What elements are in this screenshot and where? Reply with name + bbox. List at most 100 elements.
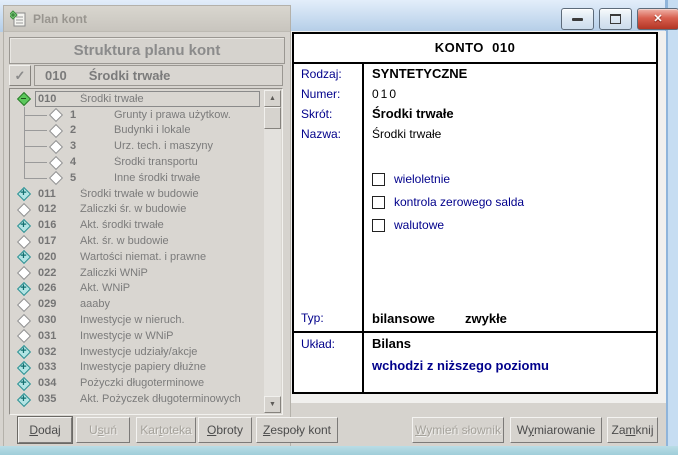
tree-expand-icon[interactable] <box>17 235 30 248</box>
tree-item-022[interactable]: 022 Zaliczki WNiP <box>11 265 264 281</box>
scroll-thumb[interactable] <box>264 107 281 129</box>
typ-label: Typ: <box>301 311 324 325</box>
tree-item-010-4[interactable]: 4 Środki transportu <box>11 154 264 170</box>
tree-item-number: 026 <box>38 282 62 294</box>
tree-item-032[interactable]: 032 Inwestycje udziały/akcje <box>11 344 264 360</box>
zamknij-button[interactable]: Zamknij <box>607 417 658 443</box>
tree-item-label: aaaby <box>80 298 110 310</box>
typ-value-1: bilansowe <box>372 311 435 326</box>
tree-expand-icon[interactable] <box>17 329 30 342</box>
tree-item-label: Inwestycje w nieruch. <box>80 314 185 326</box>
tree-expand-icon[interactable] <box>17 266 30 279</box>
restore-button[interactable] <box>599 8 632 30</box>
tree-item-031[interactable]: 031 Inwestycje w WNiP <box>11 328 264 344</box>
tree-expand-icon[interactable] <box>17 377 30 390</box>
tree-item-number: 3 <box>70 140 94 152</box>
tree-item-label: Pożyczki długoterminowe <box>80 377 204 389</box>
nazwa-value: Środki trwałe <box>372 127 441 141</box>
tree-item-label: Środki trwałe w budowie <box>80 188 199 200</box>
tree-item-029[interactable]: 029 aaaby <box>11 296 264 312</box>
tree-expand-icon[interactable] <box>49 140 62 153</box>
tree-expand-icon[interactable] <box>17 219 30 232</box>
tree-item-010[interactable]: 010 Środki trwałe <box>11 91 264 107</box>
tree-expand-icon[interactable] <box>49 124 62 137</box>
plan-kont-titlebar[interactable]: Plan kont <box>4 6 290 32</box>
tree-expand-icon[interactable] <box>17 203 30 216</box>
tree-item-label: Inwestycje udziały/akcje <box>80 346 197 358</box>
walutowe-checkbox[interactable] <box>372 219 385 232</box>
tree-expand-icon[interactable] <box>17 361 30 374</box>
tree-item-012[interactable]: 012 Zaliczki śr. w budowie <box>11 202 264 218</box>
usun-button[interactable]: Usuń <box>76 417 130 443</box>
tree-item-label: Inne środki trwałe <box>114 172 200 184</box>
button-bar: Dodaj Usuń Kartoteka Obroty Zespoły kont… <box>0 417 666 443</box>
dodaj-button[interactable]: Dodaj <box>18 417 72 443</box>
tree-expand-icon[interactable] <box>49 171 62 184</box>
tree-item-number: 020 <box>38 251 62 263</box>
tree-expand-icon[interactable] <box>17 250 30 263</box>
tree-item-label: Inwestycje papiery dłużne <box>80 361 206 373</box>
tree-item-026[interactable]: 026 Akt. WNiP <box>11 281 264 297</box>
tree-expand-icon[interactable] <box>17 187 30 200</box>
kontrola-salda-checkbox[interactable] <box>372 196 385 209</box>
numer-value: 010 <box>372 87 398 101</box>
scroll-down-button[interactable]: ▼ <box>264 396 281 413</box>
tree-item-011[interactable]: 011 Środki trwałe w budowie <box>11 186 264 202</box>
tree-item-030[interactable]: 030 Inwestycje w nieruch. <box>11 312 264 328</box>
konto-body: Rodzaj: Numer: Skrót: Nazwa: SYNTETYCZNE… <box>294 64 656 392</box>
tree-expand-icon[interactable] <box>17 314 30 327</box>
nazwa-label: Nazwa: <box>301 127 341 141</box>
close-button[interactable]: ✕ <box>637 8 678 30</box>
walutowe-label: walutowe <box>394 218 444 232</box>
tree-expand-icon[interactable] <box>17 298 30 311</box>
minimize-button[interactable] <box>561 8 594 30</box>
uklad-value: Bilans <box>372 336 411 351</box>
tree-item-033[interactable]: 033 Inwestycje papiery dłużne <box>11 360 264 376</box>
tree-item-016[interactable]: 016 Akt. środki trwałe <box>11 217 264 233</box>
tree-item-number: 016 <box>38 219 62 231</box>
tree-item-010-2[interactable]: 2 Budynki i lokale <box>11 123 264 139</box>
tree-item-number: 029 <box>38 298 62 310</box>
tree-item-label: Grunty i prawa użytkow. <box>114 109 231 121</box>
caption-buttons: ✕ <box>561 8 678 30</box>
wymiarowanie-button[interactable]: Wymiarowanie <box>510 417 602 443</box>
close-icon: ✕ <box>653 14 662 25</box>
tree-scrollbar[interactable]: ▲ ▼ <box>264 90 281 413</box>
tree-expand-icon[interactable] <box>49 108 62 121</box>
wymien-slownik-button[interactable]: Wymień słownik <box>412 417 504 443</box>
tree-item-number: 4 <box>70 156 94 168</box>
screen: ✕ KONTO 010 Rodzaj: Numer: Skrót: Nazwa:… <box>0 0 678 455</box>
scroll-track[interactable] <box>264 129 281 396</box>
tree-item-010-3[interactable]: 3 Urz. tech. i maszyny <box>11 138 264 154</box>
tree-item-010-1[interactable]: 1 Grunty i prawa użytkow. <box>11 107 264 123</box>
tree-item-number: 035 <box>38 393 62 405</box>
tree-item-number: 032 <box>38 346 62 358</box>
obroty-button[interactable]: Obroty <box>198 417 252 443</box>
rodzaj-label: Rodzaj: <box>301 67 342 81</box>
tree-item-010-5[interactable]: 5 Inne środki trwałe <box>11 170 264 186</box>
app-window-bottom-frame <box>0 446 678 455</box>
tree-item-034[interactable]: 034 Pożyczki długoterminowe <box>11 375 264 391</box>
zespoly-kont-button[interactable]: Zespoły kont <box>256 417 338 443</box>
tree-item-035[interactable]: 035 Akt. Pożyczek długoterminowych <box>11 391 264 407</box>
kontrola-salda-label: kontrola zerowego salda <box>394 195 524 209</box>
tree-expand-icon[interactable] <box>17 345 30 358</box>
tree-expand-icon[interactable] <box>17 92 30 105</box>
tree-item-label: Urz. tech. i maszyny <box>114 140 213 152</box>
tree-expand-icon[interactable] <box>49 156 62 169</box>
current-account-field[interactable]: 010 Środki trwałe <box>34 65 283 86</box>
tree-item-020[interactable]: 020 Wartości niemat. i prawne <box>11 249 264 265</box>
typ-value-2: zwykłe <box>465 311 507 326</box>
tree-rows: 010 Środki trwałe 1 Grunty i prawa użytk… <box>11 91 264 413</box>
wieloletnie-checkbox[interactable] <box>372 173 385 186</box>
tree-expand-icon[interactable] <box>17 282 30 295</box>
tree-expand-icon[interactable] <box>17 393 30 406</box>
uklad-note: wchodzi z niższego poziomu <box>372 358 549 373</box>
structure-header: Struktura planu kont <box>9 37 285 64</box>
checkbox-row: walutowe <box>372 218 444 232</box>
kartoteka-button[interactable]: Kartoteka <box>136 417 196 443</box>
tree-item-number: 011 <box>38 188 62 200</box>
scroll-up-button[interactable]: ▲ <box>264 90 281 107</box>
tree-item-017[interactable]: 017 Akt. śr. w budowie <box>11 233 264 249</box>
confirm-button[interactable]: ✓ <box>9 65 31 86</box>
